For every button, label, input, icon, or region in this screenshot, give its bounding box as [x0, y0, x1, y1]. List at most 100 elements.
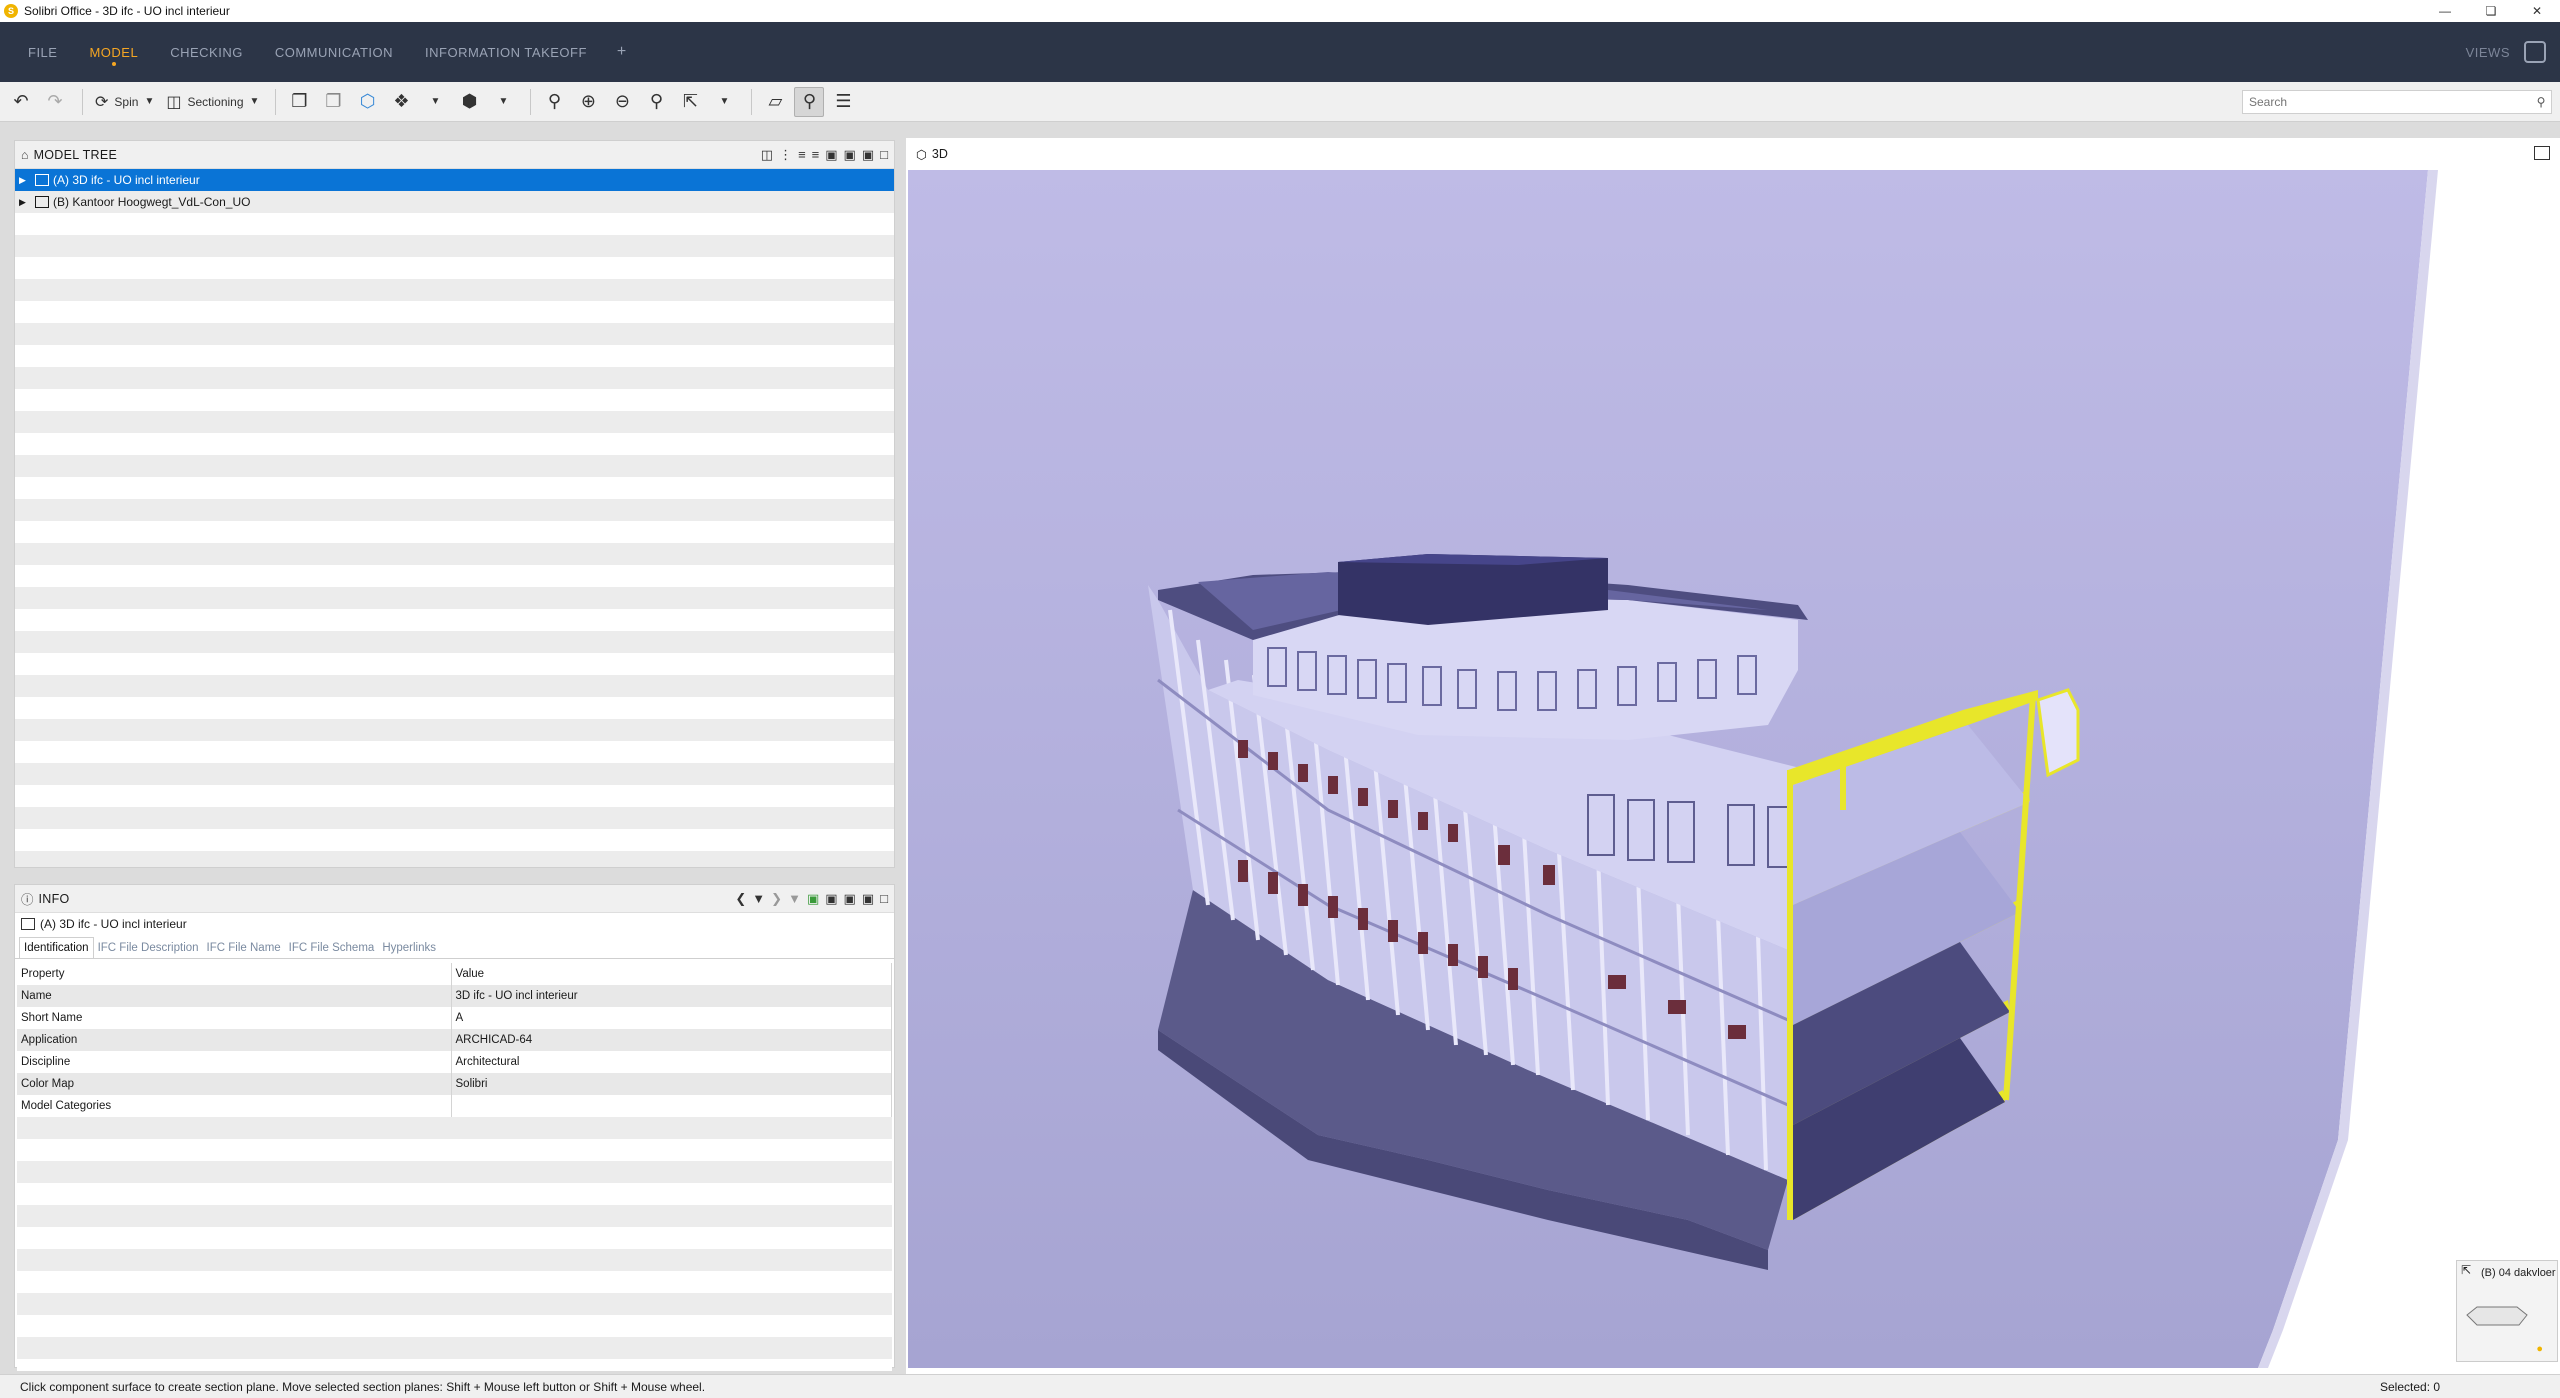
- measure-dropdown[interactable]: ▼: [709, 87, 739, 117]
- close-icon[interactable]: ✕: [2514, 0, 2560, 22]
- next-dropdown-icon[interactable]: ▼: [788, 891, 801, 907]
- expand-arrow-icon[interactable]: ▶: [19, 175, 31, 186]
- tree-expand-icon[interactable]: ≡: [798, 147, 806, 163]
- add-tab-button[interactable]: +: [603, 43, 640, 61]
- tree-row-label: (A) 3D ifc - UO incl interieur: [53, 173, 200, 187]
- views-menu[interactable]: VIEWS: [2452, 45, 2524, 60]
- location-map-icon[interactable]: ⚲: [794, 86, 825, 117]
- chevron-down-icon: ▼: [144, 96, 155, 107]
- visibility-icon[interactable]: ❖: [386, 87, 416, 117]
- tab-ifc-file-description[interactable]: IFC File Description: [94, 938, 203, 958]
- zoom-all-icon[interactable]: ⚲: [641, 87, 671, 117]
- info-link-icon[interactable]: ▣: [807, 891, 819, 907]
- tab-ifc-file-schema[interactable]: IFC File Schema: [285, 938, 379, 958]
- property-name: Color Map: [17, 1073, 452, 1095]
- toolbar: ↶ ↷ ⟳ Spin ▼ ◫ Sectioning ▼ ❐ ❐ ⬡ ❖ ▼ ⬢ …: [0, 82, 2560, 122]
- sectioning-button[interactable]: ◫ Sectioning ▼: [162, 87, 263, 117]
- table-row[interactable]: Name 3D ifc - UO incl interieur: [17, 985, 892, 1007]
- balcony-glass: [2036, 688, 2080, 778]
- tab-hyperlinks[interactable]: Hyperlinks: [378, 938, 440, 958]
- minimap-label: (B) 04 dakvloer: [2481, 1267, 2556, 1279]
- model-tree-title: MODEL TREE: [33, 147, 118, 162]
- next-icon[interactable]: ❯: [771, 891, 782, 907]
- selected-count: Selected: 0: [2380, 1379, 2441, 1394]
- column-header-value[interactable]: Value: [451, 963, 892, 985]
- views-icon[interactable]: [2524, 41, 2546, 63]
- tree-filter-icon[interactable]: ≡: [812, 147, 820, 163]
- search-input[interactable]: [2249, 95, 2531, 109]
- menu-file[interactable]: FILE: [12, 22, 73, 82]
- floor-plan-icon[interactable]: ▱: [760, 87, 790, 117]
- maximize-icon[interactable]: □: [880, 147, 888, 163]
- sectioning-icon: ◫: [166, 93, 182, 111]
- search-icon[interactable]: ⚲: [2531, 95, 2551, 109]
- table-header-row: Property Value: [17, 963, 892, 985]
- properties-table-area: Property Value Name 3D ifc - UO incl int…: [17, 963, 892, 1371]
- tree-layout-icon[interactable]: ◫: [761, 147, 773, 163]
- layers-icon[interactable]: ☰: [828, 87, 858, 117]
- tree-hierarchy-icon[interactable]: ⋮: [779, 147, 792, 163]
- spin-icon: ⟳: [95, 93, 109, 111]
- model-tree-panel: ⌂ MODEL TREE ◫ ⋮ ≡ ≡ ▣ ▣ ▣ □ ▶ (A) 3D if…: [14, 140, 895, 868]
- hide-icon[interactable]: ❐: [284, 87, 314, 117]
- info-option-2-icon[interactable]: ▣: [844, 891, 856, 907]
- tree-row[interactable]: ▶ (B) Kantoor Hoogwegt_VdL-Con_UO: [15, 191, 894, 213]
- tab-identification[interactable]: Identification: [19, 937, 94, 958]
- maximize-icon[interactable]: [2534, 146, 2550, 160]
- tree-option-1-icon[interactable]: ▣: [825, 147, 837, 163]
- property-name: Short Name: [17, 1007, 452, 1029]
- tree-option-3-icon[interactable]: ▣: [862, 147, 874, 163]
- building-model[interactable]: [908, 170, 2558, 1368]
- redo-icon[interactable]: ↷: [40, 87, 70, 117]
- table-row[interactable]: Model Categories: [17, 1095, 892, 1117]
- tree-option-2-icon[interactable]: ▣: [844, 147, 856, 163]
- view-cube-dropdown[interactable]: ▼: [488, 87, 518, 117]
- zoom-out-icon[interactable]: ⊖: [607, 87, 637, 117]
- undo-icon[interactable]: ↶: [6, 87, 36, 117]
- 3d-viewport[interactable]: ⇱ (B) 04 dakvloer ●: [908, 170, 2558, 1368]
- menu-communication[interactable]: COMMUNICATION: [259, 22, 409, 82]
- zoom-selected-icon[interactable]: ⚲: [539, 87, 569, 117]
- property-name: Application: [17, 1029, 452, 1051]
- info-option-1-icon[interactable]: ▣: [825, 891, 837, 907]
- menu-checking[interactable]: CHECKING: [154, 22, 259, 82]
- floor-plan-minimap[interactable]: ⇱ (B) 04 dakvloer ●: [2456, 1260, 2558, 1362]
- section-cut[interactable]: [1787, 688, 2080, 1220]
- column-header-property[interactable]: Property: [17, 963, 452, 985]
- tab-ifc-file-name[interactable]: IFC File Name: [203, 938, 285, 958]
- property-value: A: [451, 1007, 892, 1029]
- model-tree-header: ⌂ MODEL TREE ◫ ⋮ ≡ ≡ ▣ ▣ ▣ □: [15, 141, 894, 169]
- maximize-icon[interactable]: □: [880, 891, 888, 907]
- tree-row[interactable]: ▶ (A) 3D ifc - UO incl interieur: [15, 169, 894, 191]
- 3d-view-header: ⬡ 3D: [906, 138, 2560, 170]
- view-cube-icon[interactable]: ⬢: [454, 87, 484, 117]
- table-row[interactable]: Color Map Solibri: [17, 1073, 892, 1095]
- zoom-in-icon[interactable]: ⊕: [573, 87, 603, 117]
- info-tabs: Identification IFC File Description IFC …: [15, 935, 894, 959]
- history-dropdown-icon[interactable]: ▼: [752, 891, 765, 907]
- menu-information-takeoff[interactable]: INFORMATION TAKEOFF: [409, 22, 603, 82]
- transparency-icon[interactable]: ❐: [318, 87, 348, 117]
- menu-model[interactable]: MODEL: [73, 22, 154, 82]
- table-row[interactable]: Short Name A: [17, 1007, 892, 1029]
- minimap-expand-icon[interactable]: ⇱: [2461, 1263, 2471, 1277]
- restore-icon[interactable]: ❏: [2468, 0, 2514, 22]
- model-file-icon: [35, 174, 49, 186]
- info-icon: ⓘ: [21, 893, 34, 907]
- isolate-icon[interactable]: ⬡: [352, 87, 382, 117]
- sectioning-label: Sectioning: [187, 94, 244, 109]
- status-bar: Click component surface to create sectio…: [0, 1374, 2560, 1398]
- minimize-icon[interactable]: —: [2422, 0, 2468, 22]
- measure-icon[interactable]: ⇱: [675, 87, 705, 117]
- previous-icon[interactable]: ❮: [735, 891, 746, 907]
- properties-table: Property Value Name 3D ifc - UO incl int…: [17, 963, 892, 1117]
- table-row[interactable]: Application ARCHICAD-64: [17, 1029, 892, 1051]
- status-message: Click component surface to create sectio…: [20, 1379, 706, 1394]
- expand-arrow-icon[interactable]: ▶: [19, 197, 31, 208]
- spin-label: Spin: [114, 94, 139, 109]
- info-option-3-icon[interactable]: ▣: [862, 891, 874, 907]
- spin-button[interactable]: ⟳ Spin ▼: [91, 87, 158, 117]
- visibility-dropdown[interactable]: ▼: [420, 87, 450, 117]
- search-box[interactable]: ⚲: [2242, 90, 2552, 114]
- table-row[interactable]: Discipline Architectural: [17, 1051, 892, 1073]
